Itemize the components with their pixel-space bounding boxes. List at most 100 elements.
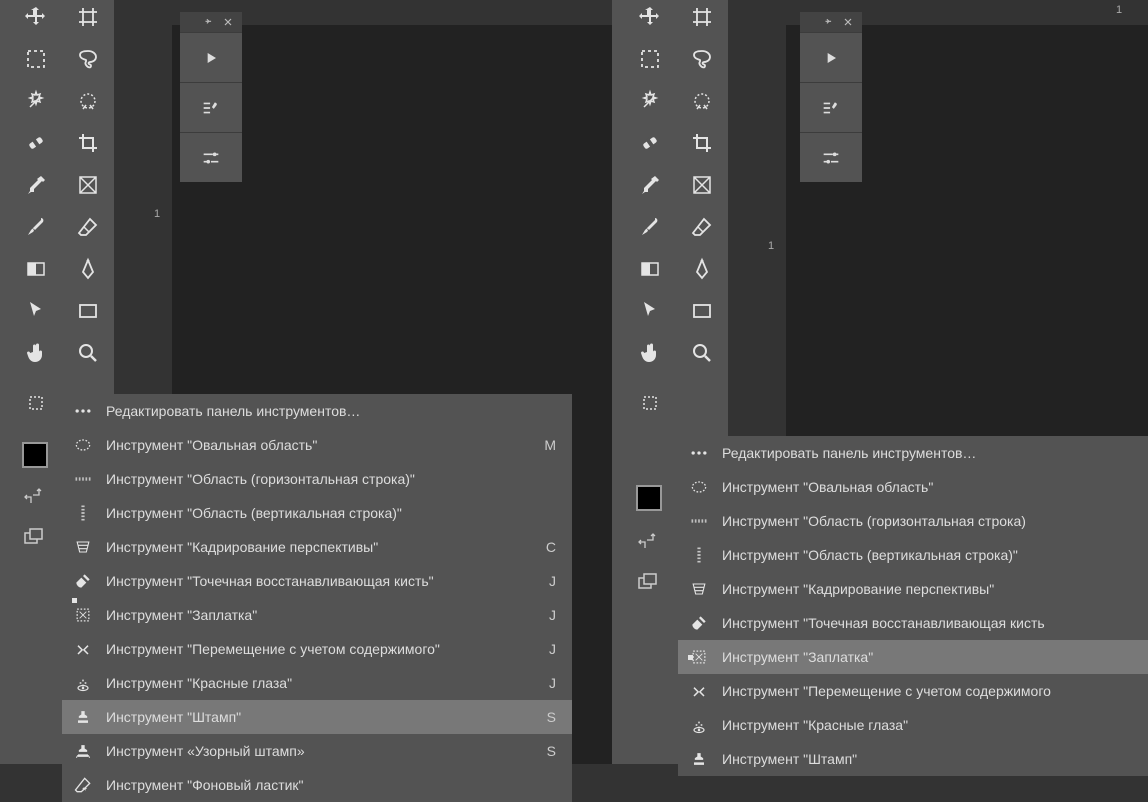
gradient-tool-icon[interactable]: [638, 257, 662, 281]
frame-tool-icon[interactable]: [690, 173, 714, 197]
history-brush-icon[interactable]: [200, 97, 222, 119]
tool-overflow-menu-r: Редактировать панель инструментов… Инстр…: [678, 436, 1148, 776]
pointer-tool-icon[interactable]: [24, 299, 48, 323]
overflow-tools-icon[interactable]: [638, 391, 662, 415]
tool-menu-item[interactable]: Инструмент "Перемещение с учетом содержи…: [62, 632, 572, 666]
brush-tool-icon[interactable]: [638, 215, 662, 239]
brush-tool-icon[interactable]: [24, 215, 48, 239]
tool-item-icon: [73, 741, 93, 761]
eraser-tool-icon[interactable]: [76, 215, 100, 239]
hand-tool-icon[interactable]: [638, 341, 662, 365]
artboard-tool-icon[interactable]: [690, 5, 714, 29]
quick-selection-tool-icon[interactable]: [76, 89, 100, 113]
tool-menu-item[interactable]: Инструмент "Овальная область"M: [62, 428, 572, 462]
tool-item-icon: [689, 545, 709, 565]
adjustments-icon[interactable]: [200, 147, 222, 169]
adjustments-icon[interactable]: [820, 147, 842, 169]
tool-menu-item[interactable]: Инструмент "Точечная восстанавливающая к…: [678, 606, 1148, 640]
play-action-icon[interactable]: [821, 48, 841, 68]
panel-close-icon[interactable]: [222, 16, 234, 28]
pen-tool-icon[interactable]: [690, 257, 714, 281]
crop-tool-icon[interactable]: [690, 131, 714, 155]
tool-menu-item[interactable]: Инструмент "Штамп": [678, 742, 1148, 776]
screen-mode-icon[interactable]: [22, 525, 46, 549]
eyedropper-tool-icon[interactable]: [24, 173, 48, 197]
toolbar-col-1: [10, 0, 62, 764]
ruler-mark-top: 1: [1116, 4, 1122, 16]
pointer-tool-icon[interactable]: [638, 299, 662, 323]
healing-tool-icon[interactable]: [24, 131, 48, 155]
play-action-icon[interactable]: [201, 48, 221, 68]
tool-item-icon: [73, 537, 93, 557]
toolbar-col-1-r: [624, 0, 676, 764]
tool-item-icon: [73, 707, 93, 727]
tool-item-icon: [689, 681, 709, 701]
swap-colors-icon[interactable]: [636, 530, 660, 554]
tool-item-label: Инструмент "Точечная восстанавливающая к…: [722, 615, 1132, 631]
panel-close-icon[interactable]: [842, 16, 854, 28]
tool-item-label: Инструмент "Перемещение с учетом содержи…: [722, 683, 1132, 699]
tool-item-label: Инструмент "Штамп": [106, 709, 526, 725]
zoom-tool-icon[interactable]: [76, 341, 100, 365]
shortcut-label: J: [538, 607, 556, 623]
wand-tool-icon[interactable]: [24, 89, 48, 113]
panel-collapse-icon[interactable]: [202, 15, 216, 29]
eraser-tool-icon[interactable]: [690, 215, 714, 239]
panel-collapse-icon[interactable]: [822, 15, 836, 29]
swap-colors-icon[interactable]: [22, 485, 46, 509]
overflow-tools-icon[interactable]: [24, 391, 48, 415]
tool-item-icon: [689, 715, 709, 735]
tool-item-label: Инструмент "Овальная область": [106, 437, 526, 453]
tool-item-icon: [73, 605, 93, 625]
healing-tool-icon[interactable]: [638, 131, 662, 155]
tool-menu-item[interactable]: Инструмент "Кадрирование перспективы"C: [62, 530, 572, 564]
lasso-tool-icon[interactable]: [690, 47, 714, 71]
history-brush-icon[interactable]: [820, 97, 842, 119]
tool-menu-item[interactable]: Инструмент "Область (горизонтальная стро…: [678, 504, 1148, 538]
tool-item-icon: [73, 503, 93, 523]
foreground-swatch[interactable]: [22, 442, 48, 468]
hand-tool-icon[interactable]: [24, 341, 48, 365]
move-tool-icon[interactable]: [638, 5, 662, 29]
artboard-tool-icon[interactable]: [76, 5, 100, 29]
tool-item-label: Инструмент «Узорный штамп»: [106, 743, 526, 759]
gradient-tool-icon[interactable]: [24, 257, 48, 281]
tool-item-label: Инструмент "Кадрирование перспективы": [106, 539, 526, 555]
edit-toolbar-item[interactable]: Редактировать панель инструментов…: [678, 436, 1148, 470]
foreground-swatch[interactable]: [636, 485, 662, 511]
screen-mode-icon[interactable]: [636, 570, 660, 594]
tool-menu-item[interactable]: Инструмент "Область (вертикальная строка…: [62, 496, 572, 530]
tool-menu-item[interactable]: Инструмент "Область (горизонтальная стро…: [62, 462, 572, 496]
tool-menu-item[interactable]: Инструмент "Фоновый ластик": [62, 768, 572, 802]
tool-menu-item[interactable]: Инструмент "Красные глаза"J: [62, 666, 572, 700]
marquee-tool-icon[interactable]: [24, 47, 48, 71]
tool-menu-item[interactable]: Инструмент "Заплатка"J: [62, 598, 572, 632]
dots-icon: [689, 443, 709, 463]
tool-menu-item[interactable]: Инструмент "Точечная восстанавливающая к…: [62, 564, 572, 598]
tool-menu-item[interactable]: Инструмент "Штамп"S: [62, 700, 572, 734]
rectangle-tool-icon[interactable]: [76, 299, 100, 323]
frame-tool-icon[interactable]: [76, 173, 100, 197]
pen-tool-icon[interactable]: [76, 257, 100, 281]
zoom-tool-icon[interactable]: [690, 341, 714, 365]
tool-item-icon: [73, 775, 93, 795]
crop-tool-icon[interactable]: [76, 131, 100, 155]
marquee-tool-icon[interactable]: [638, 47, 662, 71]
eyedropper-tool-icon[interactable]: [638, 173, 662, 197]
quick-selection-tool-icon[interactable]: [690, 89, 714, 113]
tool-menu-item[interactable]: Инструмент "Овальная область": [678, 470, 1148, 504]
tool-item-icon: [689, 511, 709, 531]
tool-menu-item[interactable]: Инструмент "Кадрирование перспективы": [678, 572, 1148, 606]
tool-menu-item[interactable]: Инструмент "Заплатка": [678, 640, 1148, 674]
edit-toolbar-item[interactable]: Редактировать панель инструментов…: [62, 394, 572, 428]
tool-item-label: Инструмент "Фоновый ластик": [106, 777, 526, 793]
actions-panel: [180, 12, 242, 182]
move-tool-icon[interactable]: [24, 5, 48, 29]
tool-menu-item[interactable]: Инструмент "Область (вертикальная строка…: [678, 538, 1148, 572]
tool-menu-item[interactable]: Инструмент «Узорный штамп»S: [62, 734, 572, 768]
rectangle-tool-icon[interactable]: [690, 299, 714, 323]
lasso-tool-icon[interactable]: [76, 47, 100, 71]
tool-menu-item[interactable]: Инструмент "Перемещение с учетом содержи…: [678, 674, 1148, 708]
tool-menu-item[interactable]: Инструмент "Красные глаза": [678, 708, 1148, 742]
wand-tool-icon[interactable]: [638, 89, 662, 113]
